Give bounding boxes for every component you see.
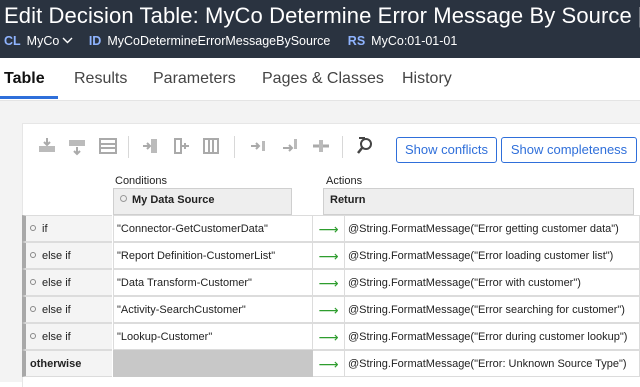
row-handle-icon [30, 225, 36, 231]
row-label-text: else if [42, 250, 71, 262]
delete-column-icon[interactable] [200, 135, 222, 157]
condition-cell[interactable]: "Connector-GetCustomerData" [113, 215, 313, 242]
row-label[interactable]: else if [22, 242, 112, 269]
class-key: CL [4, 34, 21, 48]
arrow-right-icon: ⟶ [313, 215, 344, 242]
page-header: Edit Decision Table: MyCo Determine Erro… [0, 0, 640, 58]
tab-table[interactable]: Table [4, 70, 45, 88]
toolbar-divider [342, 136, 343, 158]
condition-cell-disabled [113, 350, 313, 377]
tab-results[interactable]: Results [74, 70, 127, 88]
conditions-group-label: Conditions [115, 175, 167, 187]
arrow-right-icon: ⟶ [313, 296, 344, 323]
tab-pages-classes[interactable]: Pages & Classes [262, 70, 384, 88]
insert-column-after-icon[interactable] [170, 135, 192, 157]
return-cell[interactable]: @String.FormatMessage("Error searching f… [344, 296, 640, 323]
arrow-right-icon: ⟶ [313, 323, 344, 350]
return-column-header[interactable]: Return [323, 188, 634, 215]
condition-column-header[interactable]: My Data Source [113, 188, 292, 215]
page-title: Edit Decision Table: MyCo Determine Erro… [4, 3, 640, 28]
ruleset-key: RS [347, 34, 366, 48]
insert-action-after-icon[interactable] [280, 135, 302, 157]
table-row: else if "Lookup-Customer" ⟶ @String.Form… [22, 323, 640, 350]
tab-bar: Table Results Parameters Pages & Classes… [0, 58, 640, 101]
condition-cell[interactable]: "Activity-SearchCustomer" [113, 296, 313, 323]
active-tab-indicator [0, 96, 58, 99]
row-label-text: else if [42, 331, 71, 343]
delete-action-icon[interactable] [310, 135, 332, 157]
show-conflicts-button[interactable]: Show conflicts [396, 137, 497, 163]
insert-row-after-icon[interactable] [66, 135, 88, 157]
arrow-right-icon: ⟶ [313, 242, 344, 269]
row-handle-icon [30, 252, 36, 258]
insert-action-before-icon[interactable] [248, 135, 270, 157]
return-cell[interactable]: @String.FormatMessage("Error: Unknown So… [344, 350, 640, 377]
column-handle-icon [120, 195, 127, 202]
row-handle-icon [30, 279, 36, 285]
toolbar-divider [128, 136, 129, 158]
tab-history[interactable]: History [402, 70, 452, 88]
id-value: MyCoDetermineErrorMessageBySource [107, 34, 331, 48]
property-icon[interactable] [354, 135, 376, 157]
class-value[interactable]: MyCo [27, 34, 60, 48]
return-cell[interactable]: @String.FormatMessage("Error with custom… [344, 269, 640, 296]
row-handle-icon [30, 333, 36, 339]
return-cell[interactable]: @String.FormatMessage("Error loading cus… [344, 242, 640, 269]
toolbar-divider [234, 136, 235, 158]
row-label-text: if [42, 223, 48, 235]
arrow-right-icon: ⟶ [313, 269, 344, 296]
row-label[interactable]: otherwise [22, 350, 112, 377]
row-label[interactable]: else if [22, 296, 112, 323]
return-column-label: Return [330, 194, 366, 206]
insert-column-before-icon[interactable] [140, 135, 162, 157]
row-label[interactable]: if [22, 215, 112, 242]
condition-cell[interactable]: "Data Transform-Customer" [113, 269, 313, 296]
delete-row-icon[interactable] [97, 135, 119, 157]
table-row: else if "Activity-SearchCustomer" ⟶ @Str… [22, 296, 640, 323]
table-row-otherwise: otherwise ⟶ @String.FormatMessage("Error… [22, 350, 640, 377]
row-label[interactable]: else if [22, 323, 112, 350]
condition-cell[interactable]: "Report Definition-CustomerList" [113, 242, 313, 269]
row-label[interactable]: else if [22, 269, 112, 296]
rule-metadata: CL MyCo ID MyCoDetermineErrorMessageBySour… [4, 33, 471, 48]
table-row: else if "Data Transform-Customer" ⟶ @Str… [22, 269, 640, 296]
condition-column-label: My Data Source [132, 194, 215, 206]
id-key: ID [88, 34, 102, 48]
tab-parameters[interactable]: Parameters [153, 70, 236, 88]
table-row: else if "Report Definition-CustomerList"… [22, 242, 640, 269]
row-handle-icon [30, 306, 36, 312]
table-row: if "Connector-GetCustomerData" ⟶ @String… [22, 215, 640, 242]
return-cell[interactable]: @String.FormatMessage("Error getting cus… [344, 215, 640, 242]
row-label-text: else if [42, 277, 71, 289]
show-completeness-button[interactable]: Show completeness [501, 137, 637, 163]
row-label-text: otherwise [30, 358, 82, 370]
chevron-down-icon[interactable] [62, 33, 73, 47]
condition-cell[interactable]: "Lookup-Customer" [113, 323, 313, 350]
return-cell[interactable]: @String.FormatMessage("Error during cust… [344, 323, 640, 350]
actions-group-label: Actions [326, 175, 363, 187]
arrow-right-icon: ⟶ [313, 350, 344, 377]
row-label-text: else if [42, 304, 71, 316]
ruleset-value: MyCo:01-01-01 [371, 34, 458, 48]
insert-row-before-icon[interactable] [36, 135, 58, 157]
